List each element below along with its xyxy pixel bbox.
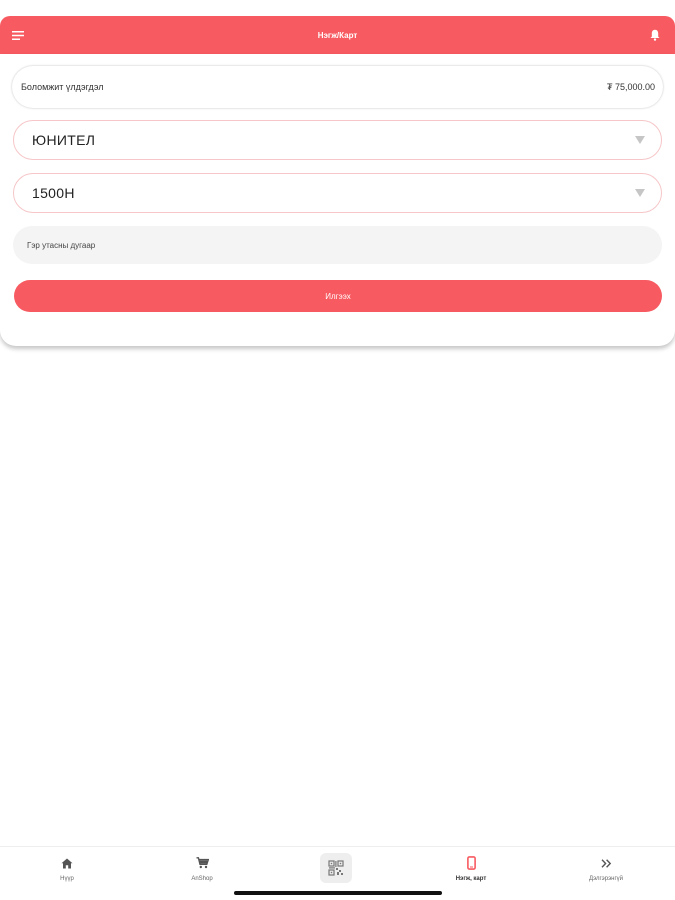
cart-icon — [194, 855, 210, 871]
nav-item-more[interactable]: Дэлгэрэнгүй — [566, 855, 646, 895]
nav-label-anshop: AnShop — [191, 876, 213, 882]
menu-button[interactable] — [10, 27, 26, 43]
send-button[interactable]: Илгээх — [14, 280, 662, 312]
caret-down-icon — [635, 136, 645, 144]
app-bar: Нэгж/Карт — [0, 16, 675, 54]
menu-icon — [12, 30, 24, 40]
package-select[interactable]: 1500Н — [13, 173, 662, 213]
home-icon — [59, 855, 75, 871]
notifications-button[interactable] — [647, 27, 663, 43]
bell-icon — [650, 29, 660, 41]
balance-label: Боломжит үлдэгдэл — [21, 82, 104, 92]
nav-label-topup: Нэгж, карт — [455, 876, 487, 882]
double-chevron-right-icon — [598, 855, 614, 871]
home-indicator — [234, 891, 442, 895]
nav-item-topup[interactable]: Нэгж, карт — [431, 855, 511, 895]
caret-down-icon — [635, 189, 645, 197]
phone-icon — [463, 855, 479, 871]
nav-item-anshop[interactable]: AnShop — [162, 855, 242, 895]
nav-label-more: Дэлгэрэнгүй — [589, 876, 623, 882]
page-title: Нэгж/Карт — [317, 30, 358, 40]
qr-scan-button[interactable] — [320, 853, 352, 883]
nav-item-home[interactable]: Нүүр — [27, 855, 107, 895]
topup-form-panel: Боломжит үлдэгдэл ₮ 75,000.00 ЮНИТЕЛ 150… — [0, 54, 675, 346]
balance-amount: ₮ 75,000.00 — [606, 82, 655, 92]
qr-code-icon — [328, 860, 344, 876]
operator-select-value: ЮНИТЕЛ — [32, 132, 96, 148]
phone-number-input[interactable] — [13, 226, 662, 264]
operator-select[interactable]: ЮНИТЕЛ — [13, 120, 662, 160]
balance-card: Боломжит үлдэгдэл ₮ 75,000.00 — [12, 66, 663, 108]
package-select-value: 1500Н — [32, 185, 75, 201]
status-bar — [0, 0, 675, 16]
nav-label-home: Нүүр — [60, 876, 74, 882]
